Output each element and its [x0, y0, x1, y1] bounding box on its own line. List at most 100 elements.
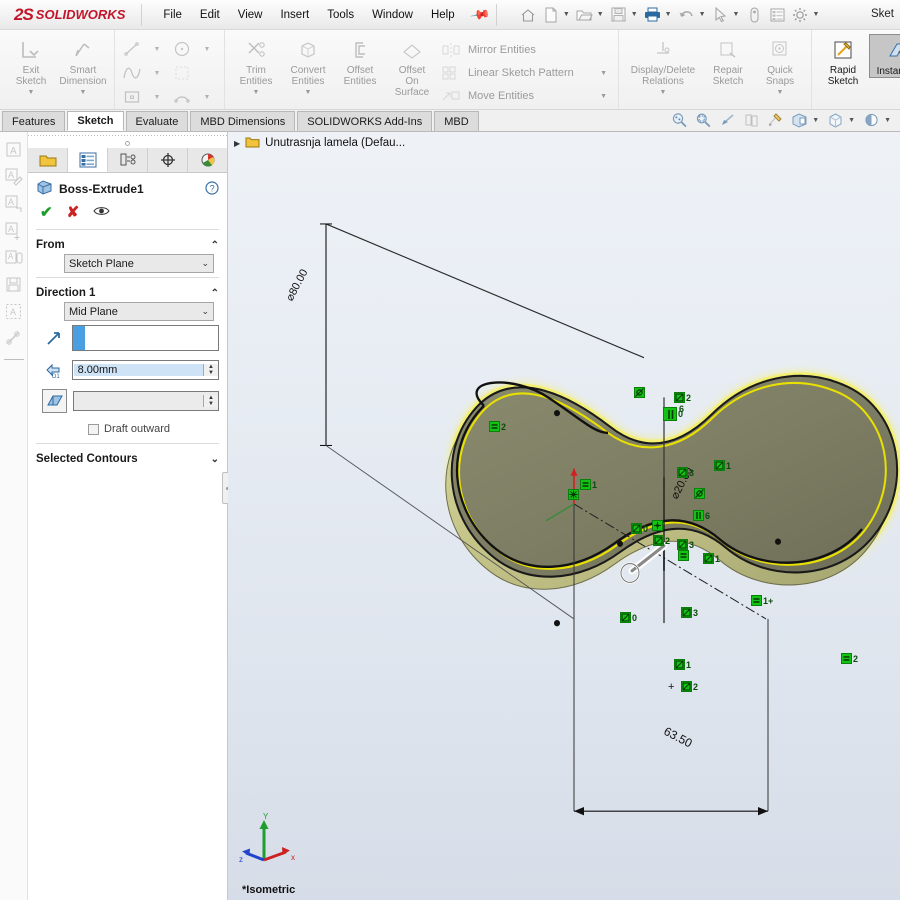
- relation-fix-3-mid[interactable]: 3: [677, 467, 694, 478]
- quick-snaps-dropdown-icon[interactable]: ▼: [777, 89, 784, 96]
- relation-vertical-6-mid[interactable]: 6: [693, 510, 710, 521]
- convert-entities-dropdown-icon[interactable]: ▼: [305, 89, 312, 96]
- spline-dropdown-icon[interactable]: ▼: [145, 62, 169, 84]
- relation-point-center[interactable]: [652, 520, 663, 531]
- menu-item-help[interactable]: Help: [422, 6, 464, 24]
- chevron-down-icon[interactable]: ⌄: [201, 258, 209, 269]
- measure-icon[interactable]: [743, 4, 765, 26]
- direction-reference-input[interactable]: [71, 325, 219, 351]
- select-cursor-caret-icon[interactable]: ▼: [733, 11, 740, 18]
- open-folder-caret-icon[interactable]: ▼: [597, 11, 604, 18]
- display-delete-relations-button[interactable]: Display/Delete Relations ▼: [624, 34, 702, 96]
- trim-entities-dropdown-icon[interactable]: ▼: [253, 89, 260, 96]
- menu-item-view[interactable]: View: [229, 6, 272, 24]
- tab-evaluate[interactable]: Evaluate: [125, 111, 189, 131]
- accept-button[interactable]: ✔: [40, 203, 53, 221]
- save-icon[interactable]: [608, 4, 630, 26]
- display-style-caret-icon[interactable]: ▼: [812, 117, 819, 124]
- draft-angle-stepper[interactable]: ▲ ▼: [203, 395, 218, 407]
- offset-entities-button[interactable]: Offset Entities: [334, 34, 386, 87]
- from-chevron-up-icon[interactable]: ⌃: [211, 240, 219, 251]
- hide-show-caret-icon[interactable]: ▼: [848, 117, 855, 124]
- select-cursor-icon[interactable]: [710, 4, 732, 26]
- annotation-area-icon[interactable]: A: [4, 302, 24, 322]
- annotation-add-icon[interactable]: A: [4, 221, 24, 241]
- cancel-button[interactable]: ✘: [67, 203, 80, 221]
- offset-on-surface-button[interactable]: Offset On Surface: [386, 34, 438, 98]
- from-section-header[interactable]: From ⌃: [36, 236, 219, 254]
- selected-contours-chevron-down-icon[interactable]: ⌄: [211, 454, 219, 465]
- trim-entities-button[interactable]: Trim Entities ▼: [230, 34, 282, 96]
- selected-contours-header[interactable]: Selected Contours ⌄: [36, 450, 219, 468]
- depth-input[interactable]: 8.00mm ▲ ▼: [71, 360, 219, 380]
- draft-angle-input[interactable]: ▲ ▼: [73, 391, 219, 411]
- preview-eye-icon[interactable]: [93, 205, 110, 220]
- arc-icon[interactable]: [170, 86, 194, 108]
- line-icon[interactable]: [120, 38, 144, 60]
- relation-fix-1-right[interactable]: 1: [714, 460, 731, 471]
- relation-fix-2-center[interactable]: 2: [653, 535, 670, 546]
- configuration-manager-tab[interactable]: [108, 148, 148, 172]
- arc-dropdown-icon[interactable]: ▼: [195, 86, 219, 108]
- relation-fix-3-center[interactable]: 3: [677, 539, 694, 550]
- open-folder-icon[interactable]: [574, 4, 596, 26]
- relation-fix-2-bottom[interactable]: 2: [681, 681, 698, 692]
- help-question-icon[interactable]: ?: [205, 180, 219, 198]
- pushpin-icon[interactable]: 📌: [469, 3, 491, 25]
- relation-fix-3-lower[interactable]: 3: [681, 607, 698, 618]
- move-entities-caret-icon[interactable]: ▼: [600, 93, 613, 100]
- new-document-icon[interactable]: [540, 4, 562, 26]
- linear-sketch-pattern-row[interactable]: Linear Sketch Pattern ▼: [438, 62, 613, 84]
- undo-icon[interactable]: [676, 4, 698, 26]
- draft-outward-row[interactable]: Draft outward: [36, 417, 219, 439]
- annotation-a-icon[interactable]: A: [4, 140, 24, 160]
- circle-dropdown-icon[interactable]: ▼: [195, 38, 219, 60]
- exit-sketch-button[interactable]: Exit Sketch ▼: [5, 34, 57, 96]
- relation-fix-2-top[interactable]: 2: [674, 392, 691, 403]
- from-condition-select[interactable]: Sketch Plane ⌄: [64, 254, 214, 273]
- relation-equal-under[interactable]: [678, 550, 689, 561]
- zoom-to-area-icon[interactable]: [692, 110, 714, 130]
- tab-mbd-dimensions[interactable]: MBD Dimensions: [190, 111, 296, 131]
- new-document-caret-icon[interactable]: ▼: [563, 11, 570, 18]
- relation-equal-2-right[interactable]: 2: [841, 653, 858, 664]
- quick-snaps-button[interactable]: Quick Snaps ▼: [754, 34, 806, 96]
- depth-stepper[interactable]: ▲ ▼: [203, 364, 218, 376]
- menu-item-edit[interactable]: Edit: [191, 6, 229, 24]
- relation-fix-0-lower[interactable]: 0: [620, 612, 637, 623]
- tab-sketch[interactable]: Sketch: [67, 111, 124, 131]
- menu-item-file[interactable]: File: [154, 6, 191, 24]
- move-entities-row[interactable]: Move Entities ▼: [438, 85, 613, 107]
- relation-fix-1-mid[interactable]: 1: [703, 553, 720, 564]
- convert-entities-button[interactable]: Convert Entities ▼: [282, 34, 334, 96]
- dimxpert-manager-tab[interactable]: [148, 148, 188, 172]
- annotation-note-icon[interactable]: A: [4, 248, 24, 268]
- relation-vertical-6-label[interactable]: 6: [678, 404, 684, 414]
- relation-fix-0-center[interactable]: 0: [631, 523, 648, 534]
- rectangle-icon[interactable]: [120, 86, 144, 108]
- options-caret-icon[interactable]: ▼: [812, 11, 819, 18]
- annotation-link-icon[interactable]: [4, 329, 24, 349]
- chevron-down-icon[interactable]: ⌄: [201, 306, 209, 317]
- smart-dimension-dropdown-icon[interactable]: ▼: [80, 89, 87, 96]
- line-dropdown-icon[interactable]: ▼: [145, 38, 169, 60]
- draft-outward-checkbox[interactable]: [88, 423, 99, 435]
- relation-tangent-mid[interactable]: [694, 488, 705, 499]
- draft-angle-icon[interactable]: [42, 389, 68, 413]
- print-icon[interactable]: [642, 4, 664, 26]
- direction-1-header[interactable]: Direction 1 ⌃: [36, 284, 219, 302]
- properties-list-icon[interactable]: [766, 4, 788, 26]
- exit-sketch-dropdown-icon[interactable]: ▼: [28, 89, 35, 96]
- relation-tangent-top[interactable]: [634, 387, 645, 398]
- annotation-move-icon[interactable]: A: [4, 194, 24, 214]
- annotation-save-icon[interactable]: [4, 275, 24, 295]
- tab-mbd[interactable]: MBD: [434, 111, 479, 131]
- model-canvas[interactable]: [228, 132, 900, 900]
- apply-scene-caret-icon[interactable]: ▼: [884, 117, 891, 124]
- end-condition-select[interactable]: Mid Plane ⌄: [64, 302, 214, 321]
- linear-sketch-pattern-caret-icon[interactable]: ▼: [600, 70, 613, 77]
- instant2d-button[interactable]: Instant2D: [869, 34, 900, 78]
- smart-dimension-button[interactable]: Smart Dimension ▼: [57, 34, 109, 96]
- repair-sketch-button[interactable]: Repair Sketch: [702, 34, 754, 87]
- annotation-edit-icon[interactable]: A: [4, 167, 24, 187]
